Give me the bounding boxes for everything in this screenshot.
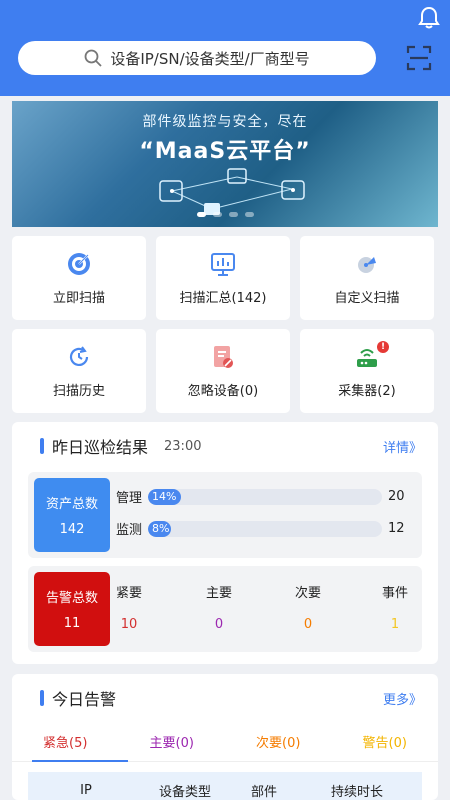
more-link[interactable]: 更多》 [383,689,422,708]
ignore-document-icon [214,345,233,368]
tab-warning[interactable]: 警告(0) [332,732,439,751]
alarm-summary: 告警总数 11 紧要 10 主要 0 次要 0 事件 1 [28,566,422,652]
search-input[interactable]: 设备IP/SN/设备类型/厂商型号 [18,41,376,75]
minor-label: 次要 [294,586,321,601]
top-header: 设备IP/SN/设备类型/厂商型号 [0,0,450,96]
today-alarms-header: 今日告警 更多》 [12,674,438,722]
scan-summary-button[interactable]: 扫描汇总(142) [156,236,290,320]
column-header-ip: IP [80,782,92,798]
event-level[interactable]: 事件 1 [380,582,410,632]
column-header-component: 部件 [250,784,277,800]
banner-title: “MaaS云平台” [139,139,311,164]
alarm-total-value: 11 [63,616,81,631]
event-label: 事件 [381,586,408,601]
inspection-time: 23:00 [164,438,202,454]
alarm-total-label: 告警总数 [45,591,98,606]
column-header-device-type: 设备类型 [158,784,211,800]
critical-level[interactable]: 紧要 10 [114,582,144,632]
alarm-total-tile[interactable]: 告警总数 11 [34,572,110,646]
managed-progress-bar: 14% [148,488,383,505]
promo-banner[interactable]: 部件级监控与安全，尽在 “MaaS云平台” [12,101,438,227]
collector-button[interactable]: ! 采集器(2) [300,329,434,413]
asset-total-tile[interactable]: 资产总数 142 [34,478,110,552]
target-icon [68,252,90,275]
major-level[interactable]: 主要 0 [204,582,234,632]
inspection-title: 昨日巡检结果 [52,438,149,457]
asset-total-value: 142 [59,522,85,537]
critical-value: 10 [120,617,138,632]
custom-scan-button[interactable]: 自定义扫描 [300,236,434,320]
banner-subtitle: 部件级监控与安全，尽在 [142,114,308,130]
today-alarms-card: 今日告警 更多》 紧急(5) 主要(0) 次要(0) 警告(0) IP 设备类型… [12,674,438,800]
scan-qr-icon[interactable] [406,44,432,72]
inspection-header: 昨日巡检结果 23:00 详情》 [12,422,438,470]
carousel-dot[interactable] [228,212,238,217]
today-alarms-title: 今日告警 [52,690,117,709]
carousel-indicator[interactable] [12,212,438,217]
custom-scan-label: 自定义扫描 [334,290,400,306]
scan-now-button[interactable]: 立即扫描 [12,236,146,320]
monitor-chart-icon [211,252,235,276]
managed-progress-fill: 14% [148,488,181,505]
search-icon [84,49,102,67]
monitored-label: 监测 [116,523,143,538]
bell-icon[interactable] [418,6,440,30]
asset-summary: 资产总数 142 管理 14% 20 监测 8% 12 [28,472,422,558]
scan-history-button[interactable]: 扫描历史 [12,329,146,413]
ignored-devices-button[interactable]: 忽略设备(0) [156,329,290,413]
tab-major[interactable]: 主要(0) [119,732,226,751]
critical-label: 紧要 [115,586,142,601]
minor-value: 0 [303,617,313,632]
monitored-progress-bar: 8% [148,520,383,537]
inspection-card: 昨日巡检结果 23:00 详情》 资产总数 142 管理 14% 20 监测 8… [12,422,438,664]
ignored-devices-label: 忽略设备(0) [187,383,259,399]
carousel-dot[interactable] [212,212,222,217]
collector-label: 采集器(2) [338,383,396,399]
column-header-duration: 持续时长 [330,784,383,800]
asset-total-label: 资产总数 [45,497,98,512]
minor-level[interactable]: 次要 0 [293,582,323,632]
search-placeholder: 设备IP/SN/设备类型/厂商型号 [110,49,310,68]
carousel-dot[interactable] [196,212,206,217]
managed-count: 20 [388,489,405,504]
alert-badge: ! [377,341,389,353]
alarm-table-header: IP 设备类型 部件 持续时长 [28,772,422,800]
event-value: 1 [390,617,400,632]
history-clock-icon [69,345,89,366]
radar-icon [358,256,376,273]
details-link[interactable]: 详情》 [383,437,422,456]
monitored-progress-fill: 8% [148,520,172,537]
tab-critical[interactable]: 紧急(5) [12,732,119,751]
carousel-dot[interactable] [244,212,254,217]
monitored-percent: 8% [152,522,170,535]
major-value: 0 [214,617,224,632]
managed-row: 管理 14% [116,487,383,506]
active-tab-indicator [32,760,128,762]
managed-label: 管理 [116,491,143,506]
scan-now-label: 立即扫描 [52,290,105,306]
monitored-row: 监测 8% [116,519,383,538]
major-label: 主要 [205,586,232,601]
alarm-level-tabs: 紧急(5) 主要(0) 次要(0) 警告(0) [12,722,438,762]
quick-actions-grid: 立即扫描 扫描汇总(142) 自定义扫描 扫描历史 忽略设备(0) ! 采集器(… [12,236,438,413]
scan-history-label: 扫描历史 [52,383,105,399]
scan-summary-label: 扫描汇总(142) [179,290,267,306]
tab-minor[interactable]: 次要(0) [225,732,332,751]
monitored-count: 12 [388,521,405,536]
managed-percent: 14% [152,490,177,503]
